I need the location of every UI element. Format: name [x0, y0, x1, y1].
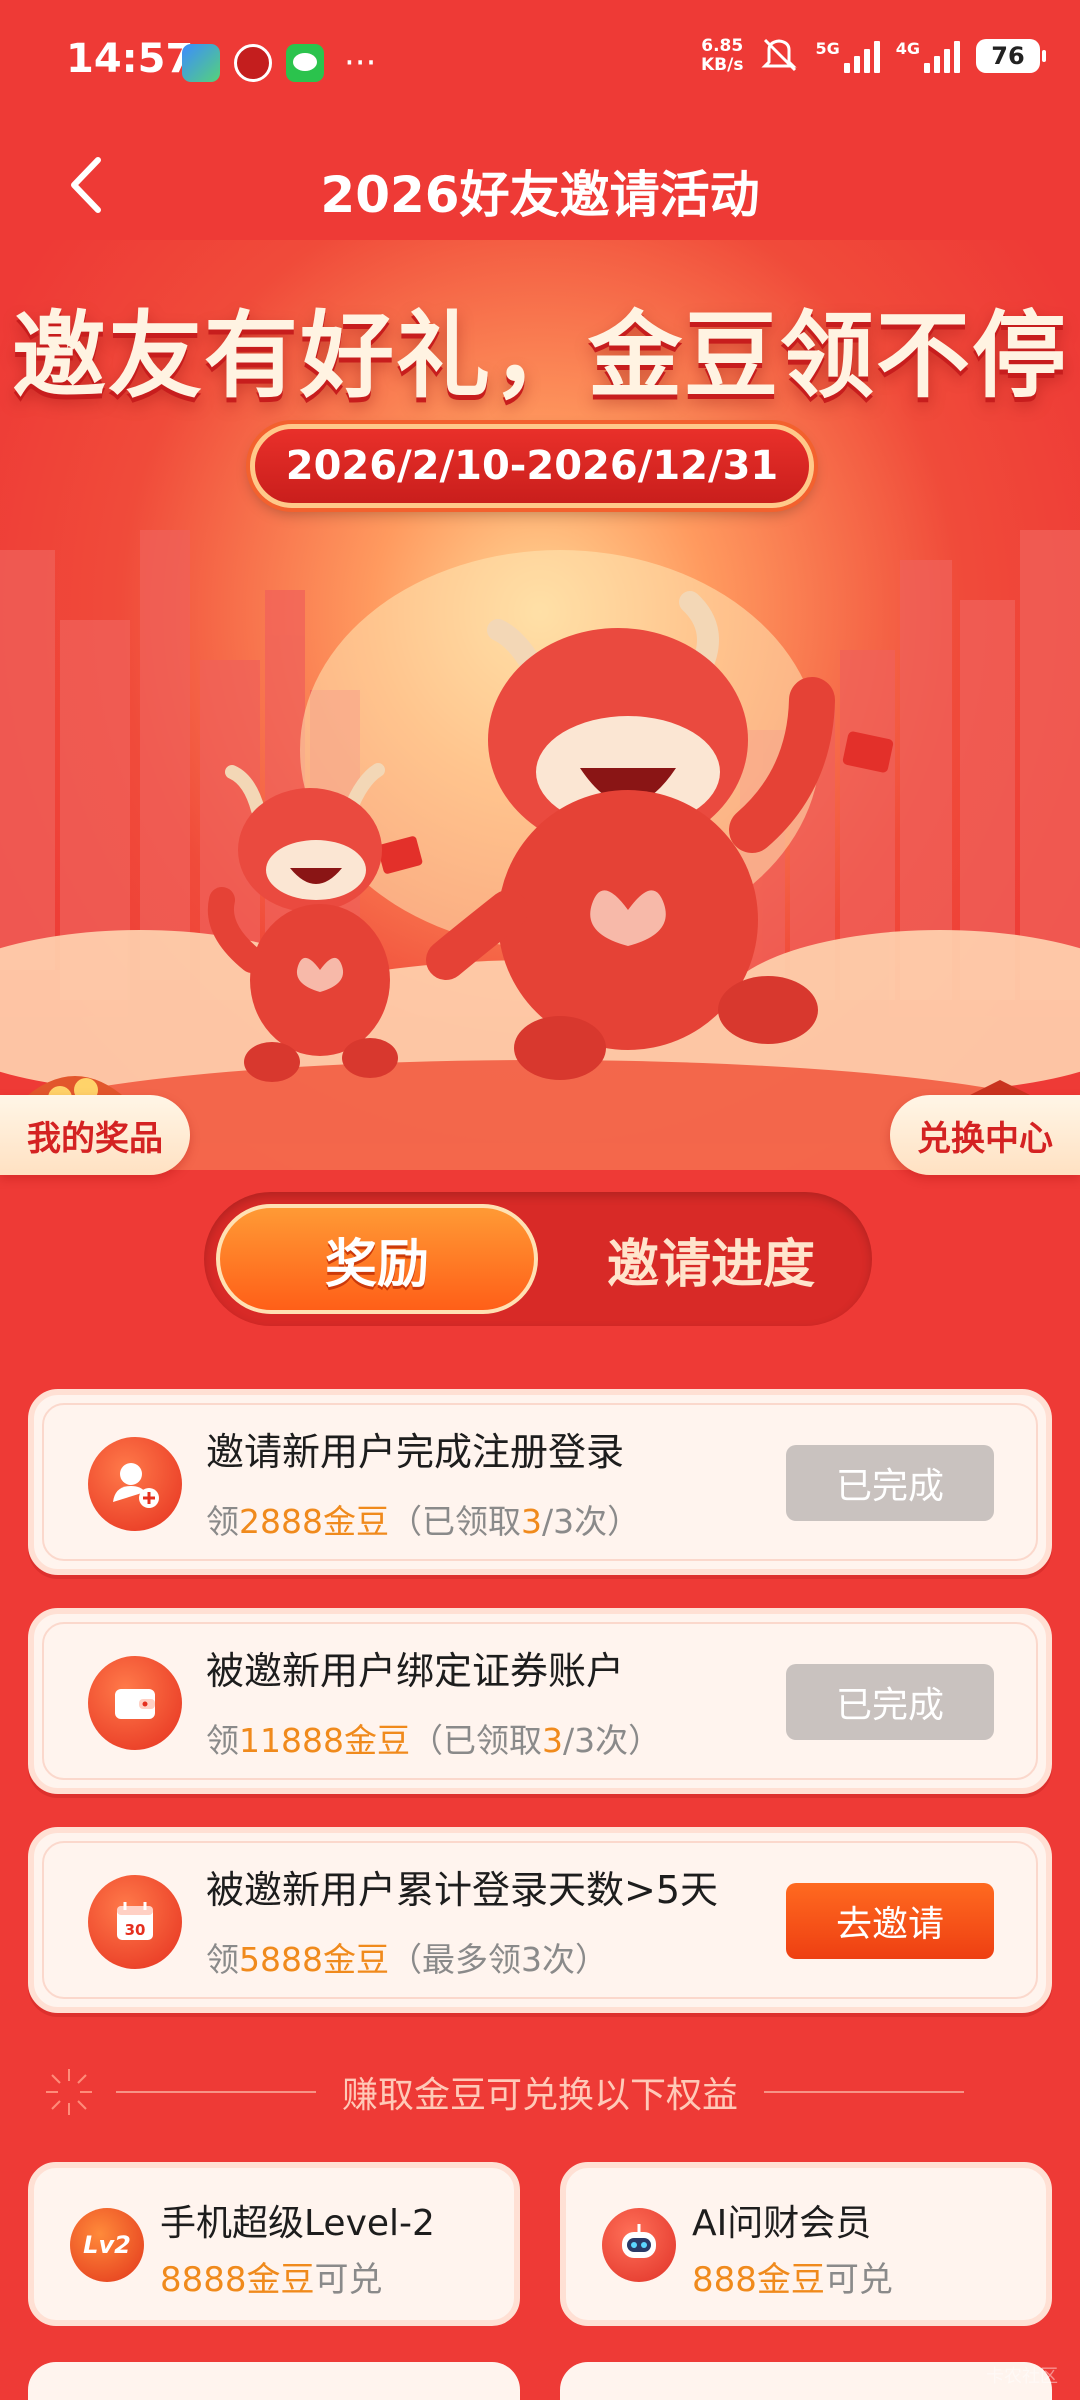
reward-limit: /3次） — [562, 1721, 662, 1760]
speed-value: 6.85 — [701, 36, 744, 56]
benefit-title: 手机超级Level-2 — [160, 2203, 435, 2244]
reward-detail: （已领取 — [409, 1721, 542, 1760]
task-title: 邀请新用户完成注册登录 — [206, 1430, 625, 1474]
benefit-price-amount: 888金豆 — [692, 2260, 825, 2300]
benefit-card-ai-member[interactable]: AI问财会员 888金豆可兑 — [560, 2162, 1052, 2326]
signal-4g: 4G — [896, 39, 960, 73]
reward-prefix: 领 — [206, 1721, 239, 1760]
net-type-5g: 5G — [815, 39, 840, 58]
claimed-count: 3 — [541, 1721, 563, 1760]
signal-bars-icon — [843, 39, 880, 73]
reward-amount: 5888金豆 — [239, 1940, 389, 1979]
exchange-center-button[interactable]: 兑换中心 — [890, 1095, 1080, 1175]
reward-detail: （已领取 — [388, 1502, 521, 1541]
hero-headline: 邀友有好礼，金豆领不停 — [11, 302, 1068, 411]
invite-button[interactable]: 去邀请 — [786, 1883, 994, 1959]
task-title: 被邀新用户累计登录天数>5天 — [206, 1868, 719, 1912]
benefit-title: AI问财会员 — [692, 2203, 872, 2244]
task-card-register: 邀请新用户完成注册登录 领2888金豆（已领取3/3次） 已完成 — [28, 1389, 1052, 1575]
task-card-login-days: 30 被邀新用户累计登录天数>5天 领5888金豆（最多领3次） 去邀请 — [28, 1827, 1052, 2013]
signal-5g: 5G — [815, 39, 880, 73]
benefit-price-suffix: 可兑 — [824, 2260, 893, 2300]
benefits-heading: 赚取金豆可兑换以下权益 — [341, 2075, 738, 2116]
benefit-card-partial — [560, 2362, 1052, 2400]
battery-indicator: 76 — [976, 39, 1046, 73]
page-title: 2026好友邀请活动 — [320, 166, 760, 224]
benefit-card-partial — [28, 2362, 520, 2400]
benefits-divider: 赚取金豆可兑换以下权益 — [0, 2062, 1080, 2122]
benefit-card-level2[interactable]: Lv2 手机超级Level-2 8888金豆可兑 — [28, 2162, 520, 2326]
benefit-price: 888金豆可兑 — [692, 2252, 893, 2301]
status-time: 14:57 — [66, 36, 194, 82]
signal-bars-icon — [924, 39, 960, 73]
hero-illustration — [0, 530, 1080, 1170]
mute-icon — [759, 36, 799, 76]
benefit-price: 8888金豆可兑 — [160, 2252, 383, 2301]
divider-line — [115, 2091, 316, 2093]
robot-icon — [602, 2208, 676, 2282]
task-reward-text: 领2888金豆（已领取3/3次） — [206, 1495, 640, 1543]
tab-switcher: 奖励 邀请进度 — [204, 1192, 872, 1326]
map-app-icon — [182, 44, 220, 82]
net-type-4g: 4G — [895, 39, 920, 58]
benefit-price-amount: 8888金豆 — [160, 2260, 315, 2300]
task-title: 被邀新用户绑定证券账户 — [206, 1649, 625, 1693]
reward-detail: （最多领3次） — [388, 1940, 608, 1979]
reward-prefix: 领 — [206, 1940, 239, 1979]
my-prizes-button[interactable]: 我的奖品 — [0, 1095, 190, 1175]
benefit-price-suffix: 可兑 — [314, 2260, 383, 2300]
hero-banner: 邀友有好礼，金豆领不停 2026/2/10-2026/12/31 — [0, 240, 1080, 1170]
tab-rewards[interactable]: 奖励 — [216, 1204, 538, 1314]
reward-prefix: 领 — [206, 1502, 239, 1541]
task-reward-text: 领5888金豆（最多领3次） — [206, 1933, 608, 1981]
level-badge-text: Lv2 — [83, 2231, 131, 2259]
watermark: 卡农社区 — [986, 2366, 1058, 2387]
speed-unit: KB/s — [701, 55, 744, 75]
firework-icon — [46, 2069, 92, 2115]
add-user-icon — [88, 1437, 182, 1531]
reward-amount: 11888金豆 — [239, 1721, 410, 1760]
completed-button[interactable]: 已完成 — [786, 1445, 994, 1521]
task-card-bind-account: 被邀新用户绑定证券账户 领11888金豆（已领取3/3次） 已完成 — [28, 1608, 1052, 1794]
status-bar: 14:57 ··· 6.85 KB/s 5G 4G 76 — [0, 0, 1080, 130]
calendar-day-label: 30 — [125, 1921, 146, 1939]
more-notifications-icon: ··· — [344, 43, 377, 83]
tab-invite-progress[interactable]: 邀请进度 — [566, 1204, 856, 1314]
task-reward-text: 领11888金豆（已领取3/3次） — [206, 1714, 661, 1762]
reward-amount: 2888金豆 — [239, 1502, 389, 1541]
notification-icons: ··· — [182, 44, 376, 82]
message-app-icon — [286, 44, 324, 82]
wallet-icon — [88, 1656, 182, 1750]
level-badge-icon: Lv2 — [70, 2208, 144, 2282]
claimed-count: 3 — [520, 1502, 542, 1541]
calendar-icon: 30 — [88, 1875, 182, 1969]
completed-button[interactable]: 已完成 — [786, 1664, 994, 1740]
bank-app-icon — [234, 44, 272, 82]
network-speed: 6.85 KB/s — [701, 37, 743, 75]
reward-limit: /3次） — [541, 1502, 641, 1541]
divider-line — [764, 2091, 964, 2093]
